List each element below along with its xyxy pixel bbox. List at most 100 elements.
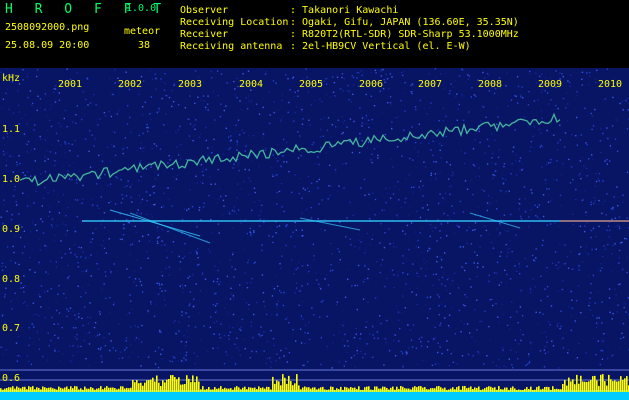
noise-speck — [389, 197, 392, 199]
noise-speck — [138, 179, 140, 182]
noise-speck — [474, 229, 476, 231]
noise-speck — [204, 106, 207, 109]
meteor-bar — [252, 387, 254, 392]
noise-speck — [324, 278, 326, 280]
noise-speck — [129, 326, 132, 328]
noise-speck — [244, 348, 246, 350]
noise-speck — [593, 202, 595, 205]
noise-speck — [164, 244, 166, 246]
noise-speck — [127, 105, 129, 107]
noise-speck — [22, 286, 25, 289]
noise-speck — [38, 338, 41, 341]
noise-speck — [220, 195, 222, 198]
noise-speck — [255, 350, 258, 353]
noise-speck — [83, 113, 86, 116]
noise-speck — [194, 70, 197, 72]
noise-speck — [411, 92, 413, 95]
noise-speck — [186, 329, 188, 331]
noise-speck — [334, 95, 336, 97]
noise-speck — [250, 100, 252, 102]
noise-speck — [281, 99, 283, 102]
noise-speck — [367, 277, 369, 280]
noise-speck — [606, 163, 608, 165]
noise-speck — [120, 178, 122, 181]
noise-speck — [610, 210, 613, 212]
noise-speck — [31, 323, 33, 325]
noise-speck — [485, 229, 488, 232]
noise-speck — [142, 106, 144, 108]
noise-speck — [237, 183, 239, 185]
noise-speck — [23, 275, 25, 277]
noise-speck — [589, 75, 591, 77]
noise-speck — [319, 136, 322, 138]
meteor-bar — [328, 389, 330, 392]
noise-speck — [259, 335, 262, 337]
noise-speck — [458, 309, 461, 312]
noise-speck — [53, 91, 55, 93]
meteor-bar — [598, 385, 600, 392]
noise-speck — [234, 343, 236, 345]
noise-speck — [232, 167, 234, 169]
noise-speck — [585, 252, 588, 254]
noise-speck — [194, 124, 196, 126]
noise-speck — [496, 123, 498, 125]
noise-speck — [476, 266, 479, 268]
meteor-bar — [388, 389, 390, 392]
meteor-bar — [284, 377, 286, 392]
noise-speck — [63, 164, 65, 167]
noise-speck — [44, 156, 46, 158]
noise-speck — [81, 287, 84, 289]
noise-speck — [231, 253, 234, 256]
noise-speck — [511, 250, 513, 253]
noise-speck — [66, 207, 69, 209]
noise-speck — [622, 336, 625, 339]
noise-speck — [590, 292, 592, 294]
noise-speck — [360, 241, 362, 243]
noise-speck — [173, 82, 176, 85]
noise-speck — [75, 327, 77, 329]
noise-speck — [338, 185, 340, 187]
noise-speck — [400, 99, 402, 102]
noise-speck — [417, 155, 419, 157]
noise-speck — [124, 186, 126, 188]
noise-speck — [458, 226, 460, 228]
noise-speck — [429, 248, 431, 250]
meteor-bar — [246, 389, 248, 392]
noise-speck — [14, 189, 16, 191]
y-tick-0-7: 0.7 — [2, 323, 21, 334]
noise-speck — [228, 326, 231, 328]
noise-speck — [577, 266, 580, 268]
noise-speck — [444, 252, 446, 254]
noise-speck — [529, 70, 531, 73]
meteor-bar — [570, 381, 572, 392]
noise-speck — [188, 304, 190, 307]
noise-speck — [26, 355, 29, 357]
noise-speck — [240, 188, 242, 190]
noise-speck — [276, 314, 278, 316]
noise-speck — [304, 324, 307, 326]
noise-speck — [269, 357, 271, 359]
noise-speck — [139, 213, 142, 215]
noise-speck — [505, 243, 507, 246]
noise-speck — [562, 162, 564, 165]
noise-speck — [230, 135, 232, 137]
noise-speck — [64, 253, 66, 255]
noise-speck — [32, 220, 34, 223]
noise-speck — [272, 337, 275, 340]
noise-speck — [467, 353, 470, 356]
noise-speck — [250, 234, 252, 236]
noise-speck — [458, 75, 461, 77]
noise-speck — [16, 360, 18, 362]
noise-speck — [157, 366, 160, 369]
noise-speck — [441, 352, 443, 355]
noise-speck — [550, 223, 552, 225]
noise-speck — [296, 235, 299, 237]
noise-speck — [295, 106, 298, 108]
noise-speck — [542, 239, 544, 242]
noise-speck — [177, 103, 180, 106]
noise-speck — [146, 311, 149, 314]
noise-speck — [370, 71, 372, 74]
noise-speck — [277, 109, 280, 111]
noise-speck — [314, 272, 317, 275]
noise-speck — [350, 244, 352, 246]
